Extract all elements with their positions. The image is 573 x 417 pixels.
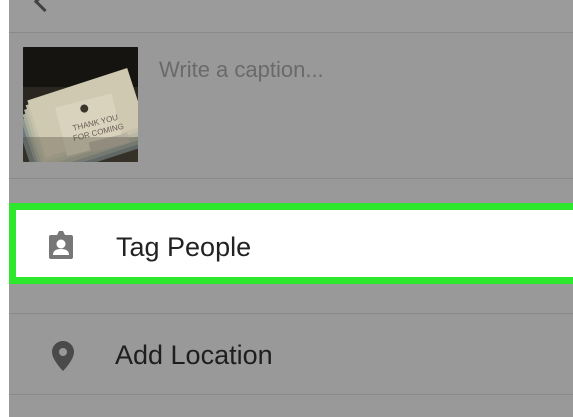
divider <box>9 32 573 33</box>
add-location-row[interactable]: Add Location <box>9 314 573 395</box>
photo-thumbnail: THANK YOU FOR COMING <box>23 47 138 162</box>
share-screen: THANK YOU FOR COMING Tag People Add Loca… <box>9 0 573 417</box>
add-location-label: Add Location <box>115 340 273 370</box>
map-pin-icon <box>52 341 74 371</box>
tag-people-row[interactable]: Tag People <box>9 203 573 284</box>
divider <box>9 394 573 395</box>
divider <box>9 178 573 179</box>
caption-input[interactable] <box>159 50 559 90</box>
back-arrow-icon[interactable] <box>33 0 56 13</box>
person-badge-icon <box>49 231 73 259</box>
tag-people-label: Tag People <box>116 232 252 262</box>
header-bar <box>9 0 573 32</box>
